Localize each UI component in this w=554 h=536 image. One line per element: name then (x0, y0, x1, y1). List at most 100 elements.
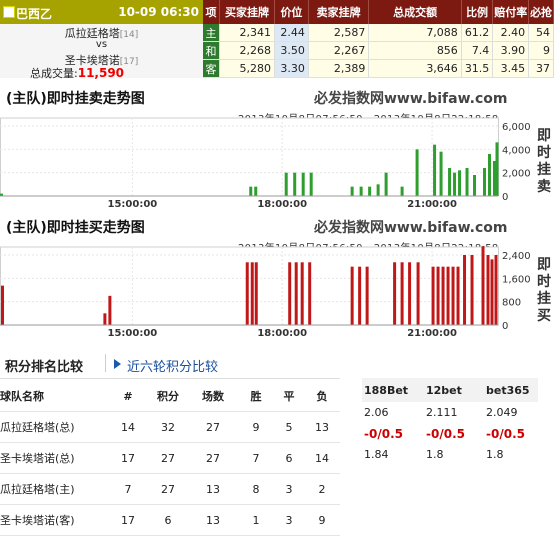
handicap-line: -0/0.5 (426, 426, 465, 441)
chart-bar (483, 168, 487, 196)
table-row: 瓜拉廷格塔(总) 14 32 27 9 5 13 (0, 411, 340, 443)
y-tick-label: 4,000 (502, 145, 531, 156)
plot-frame (0, 246, 499, 326)
table-row: 2.06 2.111 2.049 (362, 402, 538, 423)
y-tick-label: 0 (502, 192, 508, 203)
chart-bar (376, 184, 380, 196)
standings-cell: 27 (188, 442, 238, 474)
sell-chart-plot: 0 2,000 4,000 6,000 15:00:00 18:00:00 21:00:00 (0, 117, 531, 210)
handicap-cell: 1.8 (486, 448, 504, 461)
handicap-cell: 1.8 (426, 448, 444, 461)
y-tick-label: 2,000 (502, 169, 531, 180)
standings-cell: 9 (304, 504, 340, 536)
x-tick-label: 18:00:00 (257, 199, 307, 210)
table-row: 圣卡埃塔诺(总) 17 27 27 7 6 14 (0, 442, 340, 474)
chart-bar (358, 266, 362, 325)
chart-bar (400, 262, 404, 325)
sell-trend-chart: (主队)即时挂卖走势图 必发指数网www.bifaw.com 2013年10月8… (0, 88, 554, 212)
chart-bar (431, 266, 435, 325)
x-tick-label: 18:00:00 (257, 328, 307, 339)
chart-bar (359, 186, 363, 196)
odds-turnover: 856 (368, 41, 462, 60)
odds-turnover: 3,646 (368, 59, 462, 78)
chart-bar (249, 186, 253, 196)
tab-standings[interactable]: 积分排名比较 (5, 356, 83, 375)
standings-cell: 5 (274, 411, 304, 443)
standings-cell: 3 (274, 473, 304, 505)
standings-header-row: 球队名称 # 积分 场数 胜 平 负 (0, 381, 340, 412)
chart-bar (284, 172, 288, 196)
odds-payout: 2.40 (492, 24, 530, 42)
triangle-right-icon (114, 359, 121, 369)
chart-bar (416, 262, 420, 325)
odds-price: 3.50 (274, 41, 309, 60)
odds-row: 客 5,280 3.30 2,389 3,646 31.5 3.45 37 (203, 59, 554, 78)
odds-header: 总成交额 (368, 0, 462, 24)
odds-header: 赔付率 (492, 0, 530, 24)
side-char: 买 (537, 308, 551, 324)
odds-payout: 3.45 (492, 59, 530, 78)
chart-bar (245, 262, 249, 325)
odds-rush: 37 (528, 59, 554, 78)
standings-team: 瓜拉廷格塔(总) (0, 411, 108, 443)
odds-price: 2.44 (274, 24, 309, 42)
teams-cell: 瓜拉廷格塔[14] vs 圣卡埃塔诺[17] 总成交量:11,590 (0, 24, 204, 81)
tab-recent-six[interactable]: 近六轮积分比较 (127, 356, 218, 375)
total-volume-value: 11,590 (77, 66, 125, 80)
chart-bar (439, 151, 443, 196)
chart-bar (481, 246, 485, 325)
chart-bar (103, 313, 107, 325)
chart-bar (446, 266, 450, 325)
chart-bar (301, 172, 305, 196)
standings-header: 场数 (188, 381, 238, 412)
odds-header: 卖家挂牌 (308, 0, 370, 24)
side-char: 挂 (537, 291, 551, 307)
standings-cell: 2 (304, 473, 340, 505)
standings-cell: 27 (148, 473, 188, 505)
standings-cell: 27 (188, 411, 238, 443)
chart-bar (448, 168, 452, 196)
chart-bar (293, 172, 297, 196)
chart-bar (490, 259, 494, 325)
odds-buy: 5,280 (219, 59, 276, 78)
odds-turnover: 7,088 (368, 24, 462, 42)
odds-ratio: 7.4 (461, 41, 494, 60)
table-row: -0/0.5 -0/0.5 -0/0.5 (362, 423, 538, 444)
standings-header: 胜 (238, 381, 274, 412)
table-row: 1.84 1.8 1.8 (362, 444, 538, 465)
odds-price: 3.30 (274, 59, 309, 78)
chart-bar (393, 262, 397, 325)
league-flag-icon (3, 6, 15, 18)
chart-bar (365, 266, 369, 325)
chart-bar (308, 262, 312, 325)
standings-cell: 6 (274, 442, 304, 474)
y-tick-label: 0 (502, 321, 508, 332)
chart-bar (400, 186, 404, 196)
standings-cell: 14 (304, 442, 340, 474)
standings-team: 圣卡埃塔诺(客) (0, 504, 108, 536)
standings-cell: 17 (108, 504, 148, 536)
chart-side-label: 即 时 挂 买 (536, 257, 552, 325)
table-row: 瓜拉廷格塔(主) 7 27 13 8 3 2 (0, 473, 340, 505)
y-tick-label: 800 (502, 298, 521, 309)
odds-row: 和 2,268 3.50 2,267 856 7.4 3.90 9 (203, 41, 554, 60)
standings-cell: 27 (148, 442, 188, 474)
standings-header: 平 (274, 381, 304, 412)
chart-bar (495, 142, 499, 196)
bookmaker-header: 188Bet (362, 378, 424, 402)
chart-side-label: 即 时 挂 卖 (536, 128, 552, 196)
odds-panel: 巴西乙 10-09 06:30 瓜拉廷格塔[14] vs 圣卡埃塔诺[17] 总… (0, 0, 554, 81)
chart-bar (108, 295, 112, 325)
chart-bar (309, 172, 313, 196)
side-char: 即 (537, 257, 551, 273)
odds-item: 和 (203, 41, 221, 60)
handicap-cell: 1.84 (364, 448, 389, 461)
chart-bar (473, 175, 477, 196)
handicap-cell: 2.049 (486, 406, 518, 419)
league-name[interactable]: 巴西乙 (16, 5, 52, 22)
odds-header: 项 (203, 0, 221, 24)
odds-ratio: 61.2 (461, 24, 494, 42)
total-volume: 总成交量:11,590 (30, 65, 124, 81)
chart-bar (488, 154, 492, 196)
chart-bar (441, 266, 445, 325)
